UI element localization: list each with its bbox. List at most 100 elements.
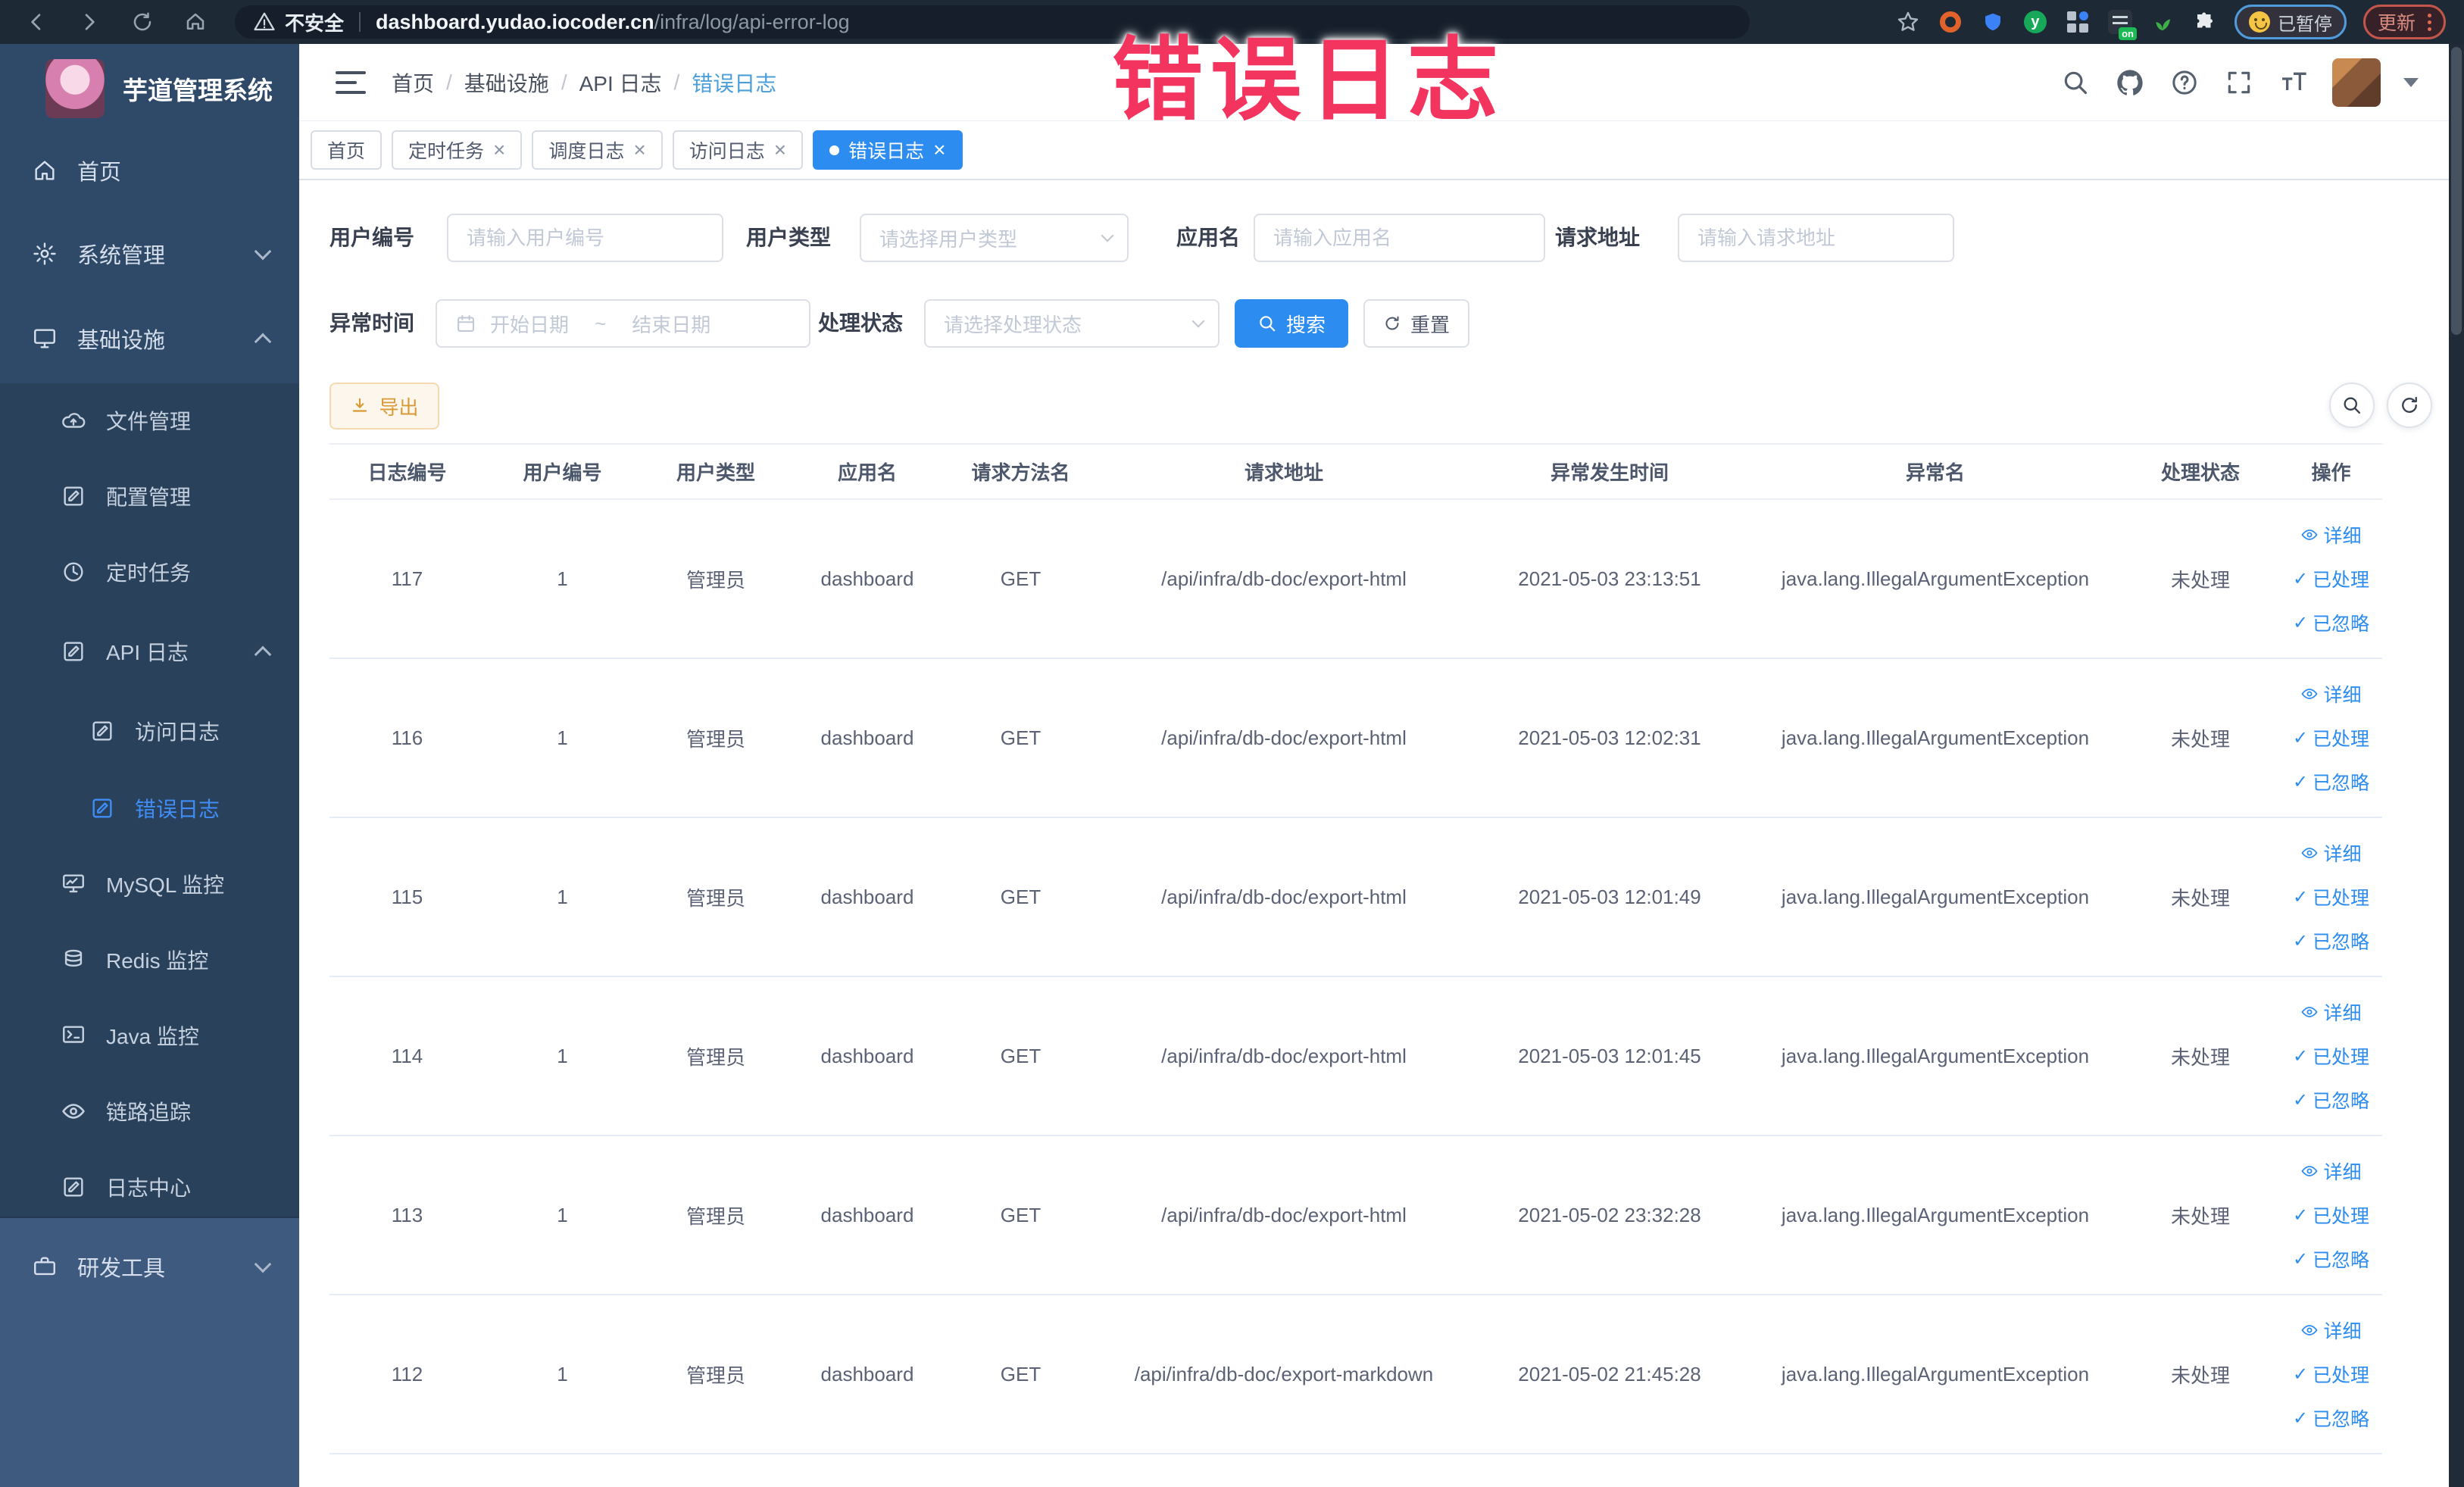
tab-schedule-log[interactable]: 调度日志 × <box>532 130 663 170</box>
col-user-type: 用户类型 <box>676 461 755 484</box>
user-type-select[interactable]: 请选择用户类型 <box>860 214 1129 262</box>
page-scrollbar[interactable] <box>2449 44 2464 1487</box>
paused-label: 已暂停 <box>2277 14 2332 35</box>
check-icon: ✓ <box>2292 1204 2309 1226</box>
browser-reload-button[interactable] <box>126 5 159 39</box>
breadcrumb: 首页 / 基础设施 / API 日志 / 错误日志 <box>392 67 776 98</box>
user-menu-caret-icon[interactable] <box>2403 77 2419 87</box>
browser-home-button[interactable] <box>179 5 212 39</box>
bookmark-star-icon[interactable] <box>1895 9 1921 35</box>
table-row: 117 1 管理员 dashboard GET /api/infra/db-do… <box>329 500 2382 659</box>
tab-home[interactable]: 首页 <box>311 130 383 170</box>
row-action-processed[interactable]: ✓ 已处理 <box>2293 1042 2369 1070</box>
sidebar-item-file-management[interactable]: 文件管理 <box>0 395 299 446</box>
sidebar-item-trace[interactable]: 链路追踪 <box>0 1086 299 1137</box>
help-icon[interactable] <box>2169 67 2200 98</box>
row-action-detail[interactable]: 详细 <box>2300 998 2362 1026</box>
extension-orange-icon[interactable] <box>1938 9 1963 35</box>
breadcrumb-infrastructure[interactable]: 基础设施 <box>464 67 549 98</box>
close-icon[interactable]: × <box>493 139 505 161</box>
tab-access-log[interactable]: 访问日志 × <box>672 130 804 170</box>
sidebar-item-scheduled-tasks[interactable]: 定时任务 <box>0 546 299 598</box>
sidebar-item-infrastructure[interactable]: 基础设施 <box>0 313 299 364</box>
sidebar-item-mysql-monitor[interactable]: MySQL 监控 <box>0 858 299 910</box>
close-icon[interactable]: × <box>933 139 945 161</box>
request-url-input[interactable] <box>1678 214 1954 262</box>
close-icon[interactable]: × <box>774 139 786 161</box>
exception-time-range-picker[interactable]: 开始日期 ~ 结束日期 <box>436 299 810 348</box>
reset-button[interactable]: 重置 <box>1363 299 1469 348</box>
row-action-processed[interactable]: ✓ 已处理 <box>2293 724 2369 751</box>
row-action-ignored[interactable]: ✓ 已忽略 <box>2293 768 2369 795</box>
extension-y-icon[interactable]: y <box>2022 9 2048 35</box>
sidebar-item-dev-tools[interactable]: 研发工具 <box>0 1241 299 1292</box>
fullscreen-icon[interactable] <box>2223 67 2255 98</box>
cell-request-url: /api/infra/db-doc/export-html <box>1161 1203 1407 1226</box>
app-name-input[interactable] <box>1254 214 1545 262</box>
tab-scheduled-tasks[interactable]: 定时任务 × <box>392 130 523 170</box>
sidebar-item-api-log[interactable]: API 日志 <box>0 626 299 677</box>
cell-method: GET <box>1000 1362 1042 1385</box>
close-icon[interactable]: × <box>633 139 645 161</box>
breadcrumb-api-log[interactable]: API 日志 <box>579 67 662 98</box>
chevron-down-icon <box>1101 229 1114 242</box>
cell-app-name: dashboard <box>820 567 914 590</box>
browser-forward-button[interactable] <box>73 5 106 39</box>
extensions-puzzle-icon[interactable] <box>2192 9 2218 35</box>
cell-exception-time: 2021-05-03 12:01:45 <box>1518 1044 1701 1067</box>
row-action-detail[interactable]: 详细 <box>2300 1157 2362 1185</box>
row-action-processed[interactable]: ✓ 已处理 <box>2293 565 2369 592</box>
cell-request-url: /api/infra/db-doc/export-html <box>1161 726 1407 749</box>
sidebar-item-access-log[interactable]: 访问日志 <box>0 705 299 757</box>
breadcrumb-home[interactable]: 首页 <box>392 67 434 98</box>
address-bar[interactable]: 不安全 dashboard.yudao.iocoder.cn /infra/lo… <box>235 5 1750 39</box>
refresh-table-button[interactable] <box>2387 383 2432 428</box>
process-status-select[interactable]: 请选择处理状态 <box>924 299 1220 348</box>
export-button[interactable]: 导出 <box>329 383 439 430</box>
sidebar-item-home[interactable]: 首页 <box>0 145 299 196</box>
row-action-processed[interactable]: ✓ 已处理 <box>2293 883 2369 911</box>
row-action-ignored[interactable]: ✓ 已忽略 <box>2293 1404 2369 1432</box>
profile-paused-badge[interactable]: 已暂停 <box>2234 5 2347 39</box>
extension-sprout-icon[interactable] <box>2150 9 2175 35</box>
browser-update-badge[interactable]: 更新 <box>2363 5 2446 39</box>
row-action-detail[interactable]: 详细 <box>2300 521 2362 548</box>
row-action-detail[interactable]: 详细 <box>2300 1317 2362 1344</box>
row-action-detail[interactable]: 详细 <box>2300 680 2362 708</box>
user-avatar[interactable] <box>2332 58 2381 107</box>
row-action-processed[interactable]: ✓ 已处理 <box>2293 1360 2369 1388</box>
sidebar-item-system-management[interactable]: 系统管理 <box>0 228 299 280</box>
scrollbar-thumb[interactable] <box>2451 47 2462 335</box>
collapse-menu-icon[interactable] <box>336 70 366 94</box>
tab-error-log[interactable]: 错误日志 × <box>813 130 963 170</box>
row-action-ignored[interactable]: ✓ 已忽略 <box>2293 1086 2369 1114</box>
check-icon: ✓ <box>2292 771 2309 792</box>
row-action-ignored[interactable]: ✓ 已忽略 <box>2293 927 2369 954</box>
sidebar-item-config-management[interactable]: 配置管理 <box>0 470 299 522</box>
sidebar-item-log-center[interactable]: 日志中心 <box>0 1161 299 1213</box>
cell-user-type: 管理员 <box>685 1045 745 1069</box>
end-date-placeholder: 结束日期 <box>632 313 711 336</box>
sidebar-item-redis-monitor[interactable]: Redis 监控 <box>0 934 299 986</box>
browser-menu-icon[interactable] <box>2428 13 2431 31</box>
toggle-search-button[interactable] <box>2329 383 2375 428</box>
cell-app-name: dashboard <box>820 885 914 908</box>
browser-back-button[interactable] <box>20 5 53 39</box>
sidebar-item-error-log[interactable]: 错误日志 <box>0 783 299 834</box>
col-method: 请求方法名 <box>971 461 1070 484</box>
extension-on-icon[interactable]: on <box>2107 9 2137 40</box>
font-size-icon[interactable] <box>2278 67 2309 98</box>
app-logo[interactable]: 芋道管理系统 <box>45 59 273 118</box>
github-icon[interactable] <box>2114 67 2146 98</box>
row-action-ignored[interactable]: ✓ 已忽略 <box>2293 1245 2369 1273</box>
col-app-name: 应用名 <box>837 461 897 484</box>
user-id-input[interactable] <box>447 214 723 262</box>
search-button[interactable]: 搜索 <box>1235 299 1348 348</box>
row-action-detail[interactable]: 详细 <box>2300 839 2362 867</box>
row-action-ignored[interactable]: ✓ 已忽略 <box>2293 609 2369 636</box>
sidebar-item-java-monitor[interactable]: Java 监控 <box>0 1010 299 1061</box>
extension-grid-icon[interactable] <box>2065 9 2091 35</box>
row-action-processed[interactable]: ✓ 已处理 <box>2293 1201 2369 1229</box>
extension-shield-icon[interactable] <box>1980 9 2006 35</box>
header-search-icon[interactable] <box>2060 67 2091 98</box>
